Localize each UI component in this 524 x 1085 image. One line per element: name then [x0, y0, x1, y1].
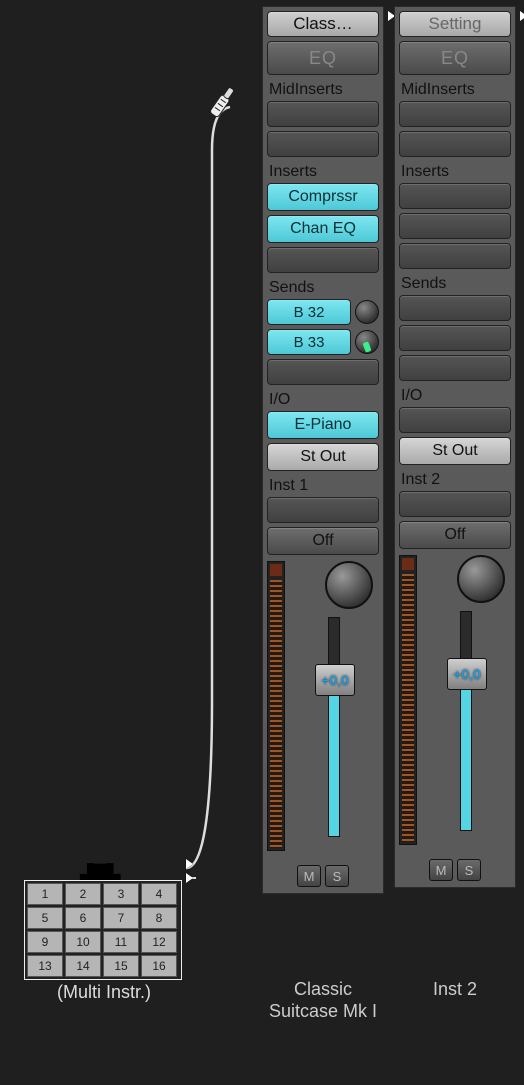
fader-cap[interactable]: +0,0	[447, 658, 487, 690]
midinsert-slot[interactable]	[399, 101, 511, 127]
insert-slot[interactable]	[399, 183, 511, 209]
send-slot[interactable]	[399, 295, 511, 321]
insert-slot[interactable]	[399, 213, 511, 239]
midinsert-slot[interactable]	[267, 101, 379, 127]
multi-slot-6[interactable]: 6	[65, 907, 101, 929]
setting-button[interactable]: Setting	[399, 11, 511, 37]
solo-button[interactable]: S	[325, 865, 349, 887]
eq-button[interactable]: EQ	[399, 41, 511, 75]
multi-slot-1[interactable]: 1	[27, 883, 63, 905]
cable-arrow-icon	[186, 859, 193, 869]
send-bus-32[interactable]: B 32	[267, 299, 351, 325]
multi-slot-10[interactable]: 10	[65, 931, 101, 953]
multi-slot-11[interactable]: 11	[103, 931, 139, 953]
group-label: Inst 2	[399, 471, 511, 489]
io-input[interactable]	[399, 407, 511, 433]
volume-fader[interactable]: +0,0	[460, 611, 472, 831]
insert-channel-eq[interactable]: Chan EQ	[267, 215, 379, 243]
sends-label: Sends	[267, 279, 379, 297]
multi-slot-9[interactable]: 9	[27, 931, 63, 953]
channel-name[interactable]: Inst 2	[390, 978, 520, 1000]
volume-fader[interactable]: +0,0	[328, 617, 340, 837]
multi-slot-15[interactable]: 15	[103, 955, 139, 977]
multi-slot-2[interactable]: 2	[65, 883, 101, 905]
insert-slot[interactable]	[267, 247, 379, 273]
multi-slot-5[interactable]: 5	[27, 907, 63, 929]
insert-compressor[interactable]: Comprssr	[267, 183, 379, 211]
multi-slot-7[interactable]: 7	[103, 907, 139, 929]
fader-cap[interactable]: +0,0	[315, 664, 355, 696]
send-slot[interactable]	[267, 359, 379, 385]
io-label: I/O	[267, 391, 379, 409]
send-slot[interactable]	[399, 325, 511, 351]
insert-slot[interactable]	[399, 243, 511, 269]
channel-name[interactable]: Classic Suitcase Mk I	[258, 978, 388, 1022]
multi-slot-13[interactable]: 13	[27, 955, 63, 977]
multi-output-grid: 1 2 3 4 5 6 7 8 9 10 11 12 13 14 15 16	[24, 880, 182, 980]
io-input[interactable]: E-Piano	[267, 411, 379, 439]
pan-knob[interactable]	[325, 561, 373, 609]
sends-label: Sends	[399, 275, 511, 293]
level-meter	[399, 555, 417, 845]
expand-arrow-icon[interactable]	[520, 11, 524, 21]
send-level-knob[interactable]	[355, 330, 379, 354]
io-output[interactable]: St Out	[399, 437, 511, 465]
send-bus-33[interactable]: B 33	[267, 329, 351, 355]
mute-button[interactable]: M	[429, 859, 453, 881]
pan-knob[interactable]	[457, 555, 505, 603]
multi-slot-16[interactable]: 16	[141, 955, 177, 977]
multi-instrument-label: (Multi Instr.)	[24, 982, 184, 1003]
io-output[interactable]: St Out	[267, 443, 379, 471]
multi-slot-8[interactable]: 8	[141, 907, 177, 929]
multi-slot-14[interactable]: 14	[65, 955, 101, 977]
channel-strip-2: Setting EQ MidInserts Inserts Sends I/O …	[394, 6, 516, 888]
multi-slot-3[interactable]: 3	[103, 883, 139, 905]
automation-mode[interactable]: Off	[267, 527, 379, 555]
eq-button[interactable]: EQ	[267, 41, 379, 75]
group-slot[interactable]	[399, 491, 511, 517]
midinserts-label: MidInserts	[399, 81, 511, 99]
multi-instrument: 1 2 3 4 5 6 7 8 9 10 11 12 13 14 15 16 (…	[24, 880, 184, 1003]
cable-arrow-icon	[186, 873, 193, 883]
midinsert-slot[interactable]	[267, 131, 379, 157]
multi-slot-4[interactable]: 4	[141, 883, 177, 905]
setting-button[interactable]: Class…	[267, 11, 379, 37]
inserts-label: Inserts	[267, 163, 379, 181]
mute-button[interactable]: M	[297, 865, 321, 887]
io-label: I/O	[399, 387, 511, 405]
group-slot[interactable]	[267, 497, 379, 523]
automation-mode[interactable]: Off	[399, 521, 511, 549]
midinsert-slot[interactable]	[399, 131, 511, 157]
level-meter	[267, 561, 285, 851]
inserts-label: Inserts	[399, 163, 511, 181]
solo-button[interactable]: S	[457, 859, 481, 881]
channel-strip-1: Class… EQ MidInserts Inserts Comprssr Ch…	[262, 6, 384, 894]
midinserts-label: MidInserts	[267, 81, 379, 99]
send-slot[interactable]	[399, 355, 511, 381]
multi-slot-12[interactable]: 12	[141, 931, 177, 953]
send-level-knob[interactable]	[355, 300, 379, 324]
group-label: Inst 1	[267, 477, 379, 495]
